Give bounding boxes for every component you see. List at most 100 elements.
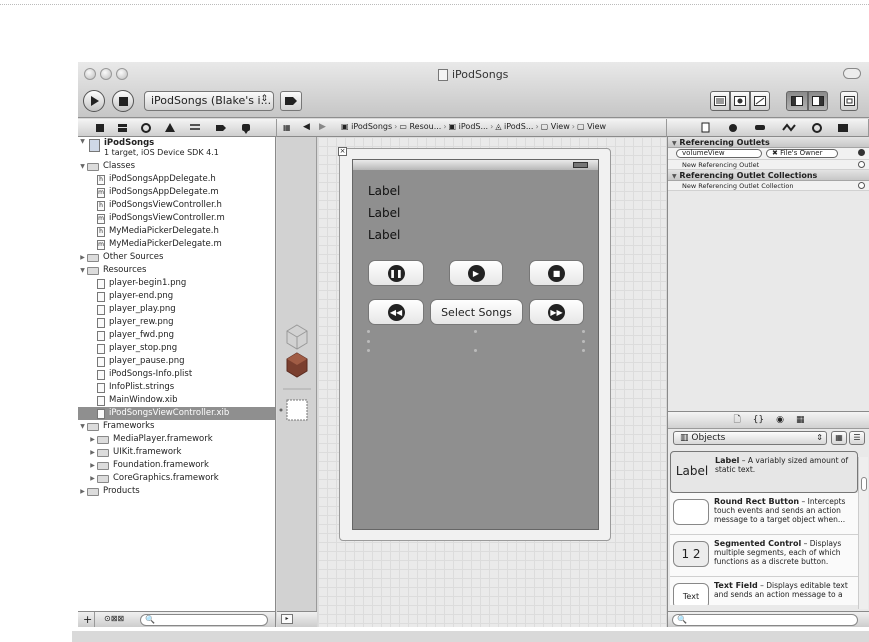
disclosure-triangle-icon[interactable]: ▶ bbox=[88, 459, 97, 472]
tree-group[interactable]: ▶ CoreGraphics.framework bbox=[78, 472, 275, 485]
new-outlet-collection-row[interactable]: New Referencing Outlet Collection bbox=[668, 181, 869, 191]
scheme-selector[interactable]: iPodSongs (Blake's i... ⇕ bbox=[144, 91, 274, 111]
connect-circle-icon[interactable] bbox=[858, 182, 865, 189]
tree-file[interactable]: m iPodSongsAppDelegate.m bbox=[78, 186, 275, 199]
tree-file[interactable]: m MyMediaPickerDelegate.m bbox=[78, 238, 275, 251]
stop-button[interactable] bbox=[112, 90, 134, 112]
library-scrollbar[interactable] bbox=[858, 457, 868, 609]
label-1[interactable]: Label bbox=[368, 184, 400, 198]
library-item[interactable]: 1 2 Segmented Control – Displays multiple… bbox=[670, 535, 858, 577]
library-search-input[interactable]: 🔍 bbox=[672, 614, 858, 626]
tree-group[interactable]: ▶ MediaPlayer.framework bbox=[78, 433, 275, 446]
tree-file[interactable]: player_stop.png bbox=[78, 342, 275, 355]
minimize-window-button[interactable] bbox=[100, 68, 112, 80]
list-view-toggle[interactable]: ☰ bbox=[849, 431, 865, 445]
disclosure-triangle-icon[interactable]: ▼ bbox=[78, 264, 87, 277]
zoom-window-button[interactable] bbox=[116, 68, 128, 80]
tree-file[interactable]: h MyMediaPickerDelegate.h bbox=[78, 225, 275, 238]
assistant-editor-button[interactable] bbox=[730, 91, 750, 111]
ipod-view[interactable]: Label Label Label ❚❚ ▶ ■ ◀◀ Select Songs… bbox=[352, 159, 599, 530]
select-songs-button[interactable]: Select Songs bbox=[430, 299, 523, 325]
fast-forward-button[interactable]: ▶▶ bbox=[529, 299, 584, 325]
tree-group[interactable]: ▼ Frameworks bbox=[78, 420, 275, 433]
icon-view-toggle[interactable]: ▦ bbox=[831, 431, 847, 445]
forward-arrow-icon[interactable]: ▶ bbox=[319, 122, 326, 132]
play-button[interactable]: ▶ bbox=[449, 260, 503, 286]
outlet-connection-row[interactable]: volumeView ✖ File's Owner bbox=[668, 148, 869, 160]
related-files-icon[interactable]: ▦ bbox=[283, 123, 291, 132]
view-object-icon[interactable] bbox=[286, 399, 308, 421]
library-selector[interactable]: ▥ Objects ⇕ bbox=[673, 431, 827, 445]
label-3[interactable]: Label bbox=[368, 228, 400, 242]
label-2[interactable]: Label bbox=[368, 206, 400, 220]
toolbar-toggle-button[interactable] bbox=[843, 68, 861, 79]
breadcrumb-item[interactable]: ▭ Resou... bbox=[399, 122, 441, 131]
media-tab-icon[interactable]: ▦ bbox=[796, 415, 805, 425]
disclosure-triangle-icon[interactable]: ▼ bbox=[78, 160, 87, 173]
library-item[interactable]: Label Label – A variably sized amount of … bbox=[670, 451, 858, 493]
project-root[interactable]: ▼ iPodSongs 1 target, iOS Device SDK 4.1 bbox=[78, 137, 275, 160]
disclosure-triangle-icon[interactable]: ▶ bbox=[78, 485, 87, 498]
back-arrow-icon[interactable]: ◀ bbox=[303, 122, 310, 132]
tree-file[interactable]: h iPodSongsViewController.h bbox=[78, 199, 275, 212]
tree-file[interactable]: InfoPlist.strings bbox=[78, 381, 275, 394]
disclosure-triangle-icon[interactable]: ▶ bbox=[88, 433, 97, 446]
tree-file[interactable]: player-begin1.png bbox=[78, 277, 275, 290]
inspector-tab-icons[interactable] bbox=[667, 119, 869, 137]
tree-file[interactable]: player-end.png bbox=[78, 290, 275, 303]
disclosure-triangle-icon[interactable]: ▼ bbox=[78, 420, 87, 433]
close-window-button[interactable] bbox=[84, 68, 96, 80]
tree-group[interactable]: ▼ Classes bbox=[78, 160, 275, 173]
tree-file[interactable]: iPodSongsViewController.xib bbox=[78, 407, 275, 420]
toggle-utilities-button[interactable] bbox=[808, 91, 828, 111]
run-button[interactable] bbox=[83, 90, 105, 112]
objects-tab-icon[interactable]: ◉ bbox=[776, 415, 784, 425]
tree-group[interactable]: ▶ Other Sources bbox=[78, 251, 275, 264]
standard-editor-button[interactable] bbox=[710, 91, 730, 111]
tree-file[interactable]: player_fwd.png bbox=[78, 329, 275, 342]
disclosure-triangle-icon[interactable]: ▶ bbox=[78, 251, 87, 264]
disclosure-triangle-icon[interactable]: ▼ bbox=[78, 138, 87, 145]
tree-file[interactable]: m iPodSongsViewController.m bbox=[78, 212, 275, 225]
library-item[interactable]: Round Rect Button – Intercepts touch eve… bbox=[670, 493, 858, 535]
breadcrumb-item[interactable]: ▣ iPodSongs bbox=[341, 122, 392, 131]
connect-circle-icon[interactable] bbox=[858, 161, 865, 168]
close-view-icon[interactable]: × bbox=[338, 147, 347, 156]
code-snippets-tab-icon[interactable]: {} bbox=[753, 415, 764, 425]
stop-button-ui[interactable]: ■ bbox=[529, 260, 584, 286]
tree-group[interactable]: ▼ Resources bbox=[78, 264, 275, 277]
filter-search-input[interactable]: 🔍 bbox=[140, 614, 268, 626]
rewind-button[interactable]: ◀◀ bbox=[368, 299, 424, 325]
tree-group[interactable]: ▶ Foundation.framework bbox=[78, 459, 275, 472]
breadcrumb-item[interactable]: ◬ iPodS... bbox=[495, 122, 533, 131]
pause-button[interactable]: ❚❚ bbox=[368, 260, 424, 286]
toggle-navigator-button[interactable] bbox=[786, 91, 808, 111]
file-templates-tab-icon[interactable]: 🗋 bbox=[733, 412, 740, 428]
outlet-name[interactable]: volumeView bbox=[676, 149, 762, 158]
tree-file[interactable]: player_rew.png bbox=[78, 316, 275, 329]
organizer-button[interactable] bbox=[840, 91, 858, 111]
connected-circle-icon[interactable] bbox=[858, 149, 865, 156]
add-icon[interactable]: + bbox=[83, 613, 92, 626]
files-owner-icon[interactable] bbox=[286, 324, 308, 350]
disclosure-triangle-icon[interactable]: ▶ bbox=[88, 472, 97, 485]
outlet-target[interactable]: ✖ File's Owner bbox=[766, 149, 838, 158]
tree-group[interactable]: ▶ Products bbox=[78, 485, 275, 498]
breadcrumb-item[interactable]: ▢ View bbox=[541, 122, 570, 131]
library-item[interactable]: Text Text Field – Displays editable text … bbox=[670, 577, 858, 605]
show-outline-icon[interactable]: ▸ bbox=[281, 614, 293, 624]
tree-group[interactable]: ▶ UIKit.framework bbox=[78, 446, 275, 459]
interface-builder-canvas[interactable]: × Label Label Label ❚❚ ▶ ■ ◀◀ Select Son… bbox=[318, 137, 666, 627]
navigator-tab-icons[interactable] bbox=[78, 119, 277, 137]
disclosure-triangle-icon[interactable]: ▶ bbox=[88, 446, 97, 459]
tree-file[interactable]: MainWindow.xib bbox=[78, 394, 275, 407]
tree-file[interactable]: player_pause.png bbox=[78, 355, 275, 368]
tree-file[interactable]: player_play.png bbox=[78, 303, 275, 316]
section-header[interactable]: ▼ Referencing Outlets bbox=[668, 137, 869, 148]
section-header[interactable]: ▼ Referencing Outlet Collections bbox=[668, 170, 869, 181]
breadcrumb-item[interactable]: ▢ View bbox=[577, 122, 606, 131]
version-editor-button[interactable] bbox=[750, 91, 770, 111]
breadcrumb-item[interactable]: ▣ iPodS... bbox=[449, 122, 489, 131]
tree-file[interactable]: h iPodSongsAppDelegate.h bbox=[78, 173, 275, 186]
new-referencing-outlet-row[interactable]: New Referencing Outlet bbox=[668, 160, 869, 170]
